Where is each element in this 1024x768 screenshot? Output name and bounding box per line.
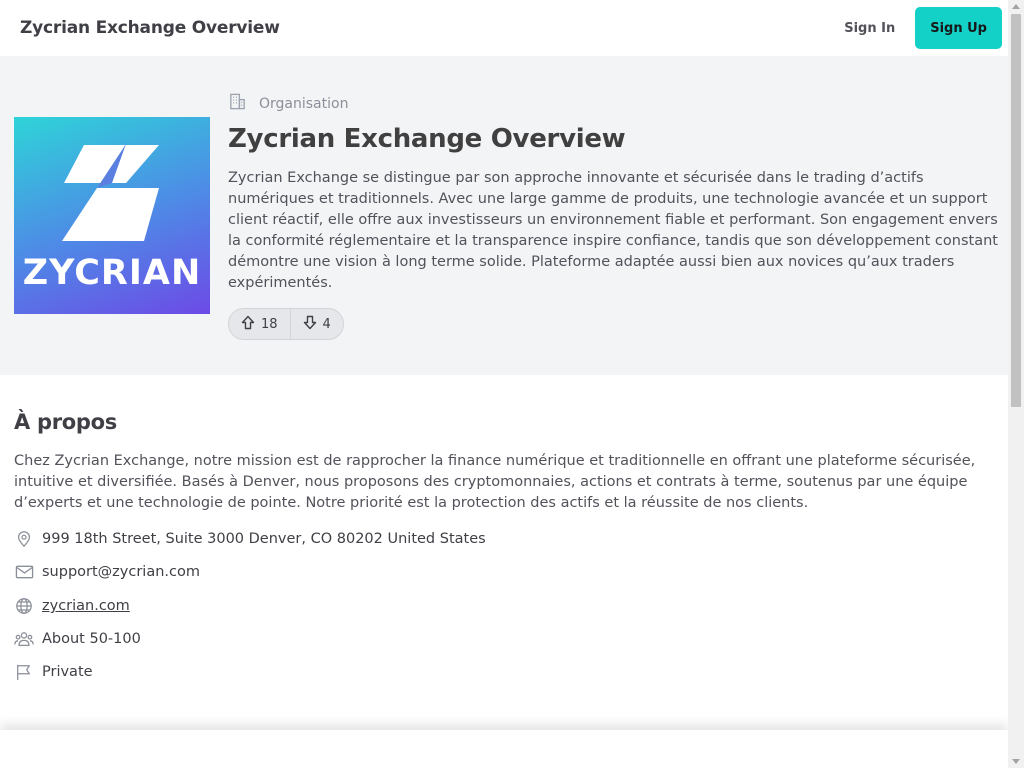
hero-description: Zycrian Exchange se distingue par son ap… [228,170,998,291]
scroll-thumb[interactable] [1011,14,1021,407]
logo-wordmark: ZYCRIAN [22,253,202,293]
sign-up-button[interactable]: Sign Up [915,7,1002,49]
website-row: zycrian.com [14,596,130,616]
about-description: Chez Zycrian Exchange, notre mission est… [14,453,976,511]
scroll-up-arrow-icon[interactable] [1012,4,1020,9]
downvote-count: 4 [322,316,331,332]
flag-icon [14,662,34,682]
scroll-down-arrow-icon[interactable] [1012,759,1020,764]
address-row: 999 18th Street, Suite 3000 Denver, CO 8… [14,529,486,549]
next-section-card [0,730,1008,768]
category-row: Organisation [228,92,348,115]
upvote-button[interactable]: 18 [229,309,290,339]
top-nav: Zycrian Exchange Overview Sign In Sign U… [0,0,1008,56]
category-label: Organisation [259,95,349,112]
company-logo: ZYCRIAN [14,117,210,314]
app-title[interactable]: Zycrian Exchange Overview [20,18,280,38]
vote-group: 18 4 [228,308,344,340]
arrow-down-icon [303,315,317,334]
page-scrollbar[interactable] [1008,0,1024,768]
email-row: support@zycrian.com [14,562,200,582]
auth-actions: Sign In Sign Up [838,7,1002,49]
upvote-count: 18 [261,316,278,332]
about-heading: À propos [14,410,117,434]
building-icon [228,92,247,115]
about-section: À propos Chez Zycrian Exchange, notre mi… [0,375,1008,730]
mail-icon [14,562,34,582]
downvote-button[interactable]: 4 [289,309,343,339]
organisation-hero: ZYCRIAN Organisation Zycrian Exchange Ov… [0,56,1008,375]
email-text[interactable]: support@zycrian.com [42,564,200,580]
arrow-up-icon [241,315,255,334]
employees-row: About 50-100 [14,629,141,649]
employees-text: About 50-100 [42,631,141,647]
globe-icon [14,596,34,616]
map-pin-icon [14,529,34,549]
company-type-text: Private [42,664,93,680]
page-title: Zycrian Exchange Overview [228,124,626,154]
address-text: 999 18th Street, Suite 3000 Denver, CO 8… [42,531,486,547]
company-type-row: Private [14,662,93,682]
sign-in-button[interactable]: Sign In [838,15,901,42]
website-link[interactable]: zycrian.com [42,598,130,614]
users-icon [14,629,34,649]
